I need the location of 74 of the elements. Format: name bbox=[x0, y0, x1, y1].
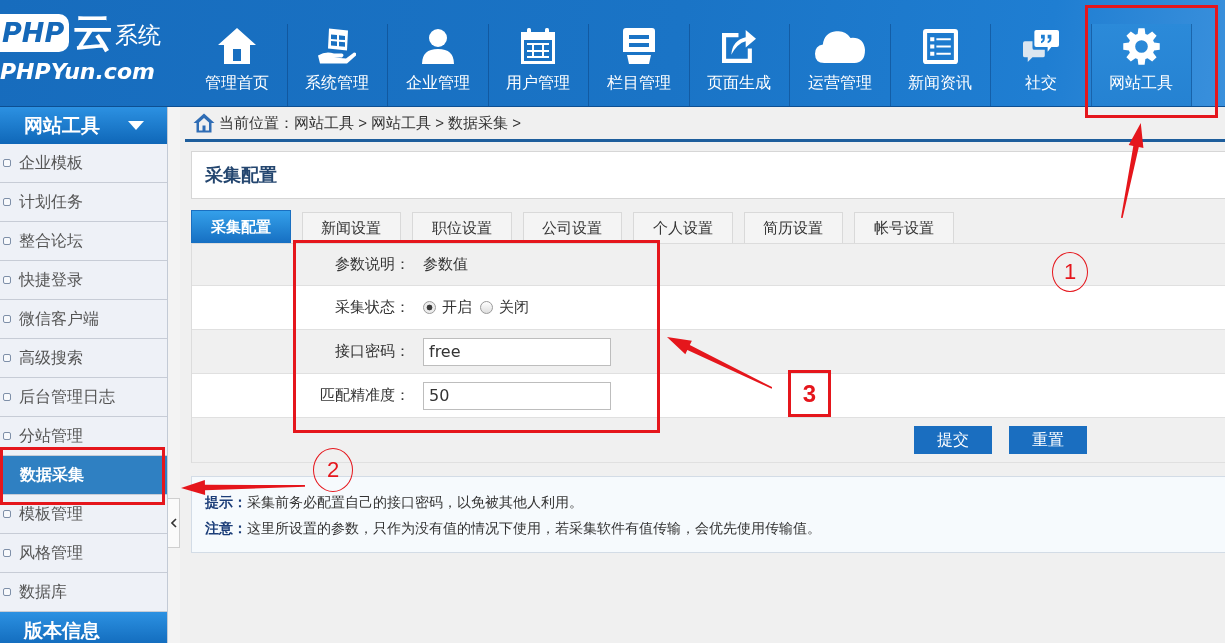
sidebar-section-header[interactable]: 版本信息 bbox=[0, 612, 167, 643]
sidebar-item[interactable]: 模板管理 bbox=[0, 495, 167, 534]
radio-button[interactable] bbox=[423, 301, 436, 314]
sidebar-item[interactable]: 企业模板 bbox=[0, 144, 167, 183]
radio-option[interactable]: 关闭 bbox=[480, 298, 529, 317]
annotation-number: 3 bbox=[788, 370, 831, 417]
bullet-icon bbox=[3, 354, 11, 362]
sidebar-item[interactable]: 数据采集 bbox=[0, 456, 167, 495]
home-icon bbox=[193, 113, 215, 133]
nav-item[interactable]: 网站工具 bbox=[1091, 24, 1192, 106]
logo-title: 云 bbox=[73, 10, 114, 54]
field-label: 采集状态： bbox=[334, 298, 410, 317]
tab[interactable]: 个人设置 bbox=[633, 212, 733, 243]
column-header: 参数值 bbox=[423, 255, 468, 274]
bullet-icon bbox=[3, 237, 11, 245]
sidebar-item[interactable]: 风格管理 bbox=[0, 534, 167, 573]
caret-down-icon bbox=[128, 121, 144, 130]
sidebar-item[interactable]: 快捷登录 bbox=[0, 261, 167, 300]
field-label: 匹配精准度： bbox=[319, 386, 410, 405]
tip-text: 提示：采集前务必配置自己的接口密码，以免被其他人利用。 bbox=[205, 493, 584, 512]
bullet-icon bbox=[3, 432, 11, 440]
chat-bubbles-icon bbox=[1022, 29, 1059, 63]
submit-button[interactable]: 提交 bbox=[914, 426, 992, 454]
settings-icon bbox=[1122, 27, 1160, 65]
calendar-icon bbox=[521, 28, 556, 64]
hand-holding-tile-icon bbox=[318, 27, 357, 65]
sidebar-item[interactable]: 数据库 bbox=[0, 573, 167, 612]
chevron-left-icon bbox=[170, 518, 177, 528]
sidebar-item[interactable]: 后台管理日志 bbox=[0, 378, 167, 417]
input-field[interactable]: 50 bbox=[423, 381, 611, 410]
logo-mark: PHP bbox=[0, 14, 70, 52]
tip-text: 注意：这里所设置的参数，只作为没有值的情况下使用，若采集软件有值传输，会优先使用传输值。 bbox=[205, 519, 822, 538]
column-header: 参数说明： bbox=[334, 255, 410, 274]
bullet-icon bbox=[3, 276, 11, 284]
list-icon bbox=[922, 28, 958, 64]
sidebar-item[interactable]: 高级搜索 bbox=[0, 339, 167, 378]
nav-item[interactable]: 栏目管理 bbox=[589, 24, 690, 106]
nav-item[interactable]: 用户管理 bbox=[488, 24, 589, 106]
bullet-icon bbox=[3, 510, 11, 518]
reset-button[interactable]: 重置 bbox=[1009, 426, 1087, 454]
breadcrumb: 当前位置：网站工具 > 网站工具 > 数据采集 > bbox=[219, 113, 522, 133]
bullet-icon bbox=[3, 393, 11, 401]
collapse-sidebar-button[interactable] bbox=[168, 498, 180, 548]
input-field[interactable]: free bbox=[423, 337, 611, 366]
bullet-icon bbox=[3, 549, 11, 557]
nav-item[interactable]: 运营管理 bbox=[790, 24, 891, 106]
nav-item[interactable]: 社交 bbox=[991, 24, 1092, 106]
cloud-icon bbox=[814, 29, 865, 63]
radio-button[interactable] bbox=[480, 301, 493, 314]
panel-title: 采集配置 bbox=[205, 164, 277, 187]
nav-item[interactable]: 页面生成 bbox=[689, 24, 790, 106]
sidebar-section-header[interactable]: 网站工具 bbox=[0, 107, 167, 144]
bullet-icon bbox=[3, 315, 11, 323]
user-icon bbox=[420, 28, 455, 64]
logo-domain: PHPYun.com bbox=[0, 58, 155, 86]
tab[interactable]: 帐号设置 bbox=[854, 212, 954, 243]
sidebar-item[interactable]: 微信客户端 bbox=[0, 300, 167, 339]
bullet-icon bbox=[3, 198, 11, 206]
tab[interactable]: 采集配置 bbox=[191, 210, 291, 243]
logo-subtitle: 系统 bbox=[115, 21, 162, 50]
document-icon bbox=[622, 28, 655, 64]
tab[interactable]: 简历设置 bbox=[743, 212, 843, 243]
share-icon bbox=[722, 29, 757, 63]
sidebar-item[interactable]: 计划任务 bbox=[0, 183, 167, 222]
home-icon bbox=[217, 27, 256, 65]
radio-option[interactable]: 开启 bbox=[423, 298, 472, 317]
nav-item[interactable]: 新闻资讯 bbox=[890, 24, 991, 106]
sidebar-item[interactable]: 整合论坛 bbox=[0, 222, 167, 261]
bullet-icon bbox=[3, 159, 11, 167]
bullet-icon bbox=[3, 588, 11, 596]
nav-item[interactable]: 管理首页 bbox=[187, 24, 288, 106]
field-label: 接口密码： bbox=[334, 342, 410, 361]
nav-item[interactable]: 企业管理 bbox=[388, 24, 489, 106]
nav-item[interactable]: 系统管理 bbox=[287, 24, 388, 106]
